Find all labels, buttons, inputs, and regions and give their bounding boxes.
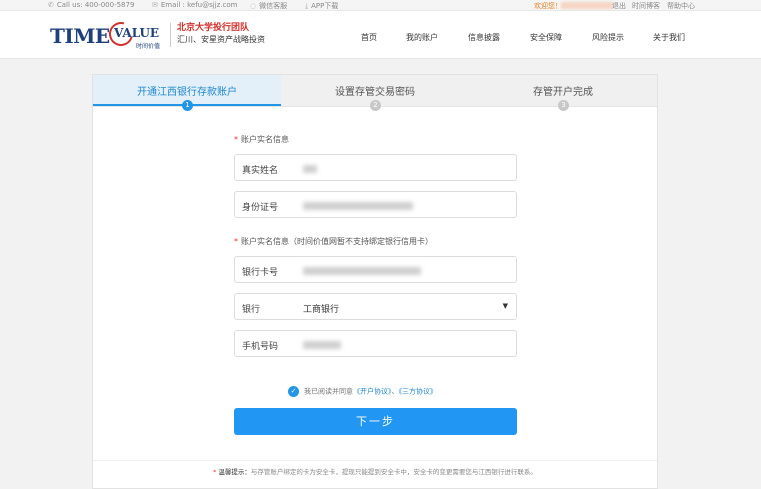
site-logo[interactable]: TIME VALUE 时间价值 — [50, 17, 168, 51]
bank-label: 银行 — [242, 305, 261, 315]
agree-checkbox[interactable]: ✓ — [288, 386, 299, 397]
mail-icon: ✉ — [152, 1, 158, 9]
nav-my-account[interactable]: 我的账户 — [406, 32, 438, 43]
dropdown-arrow-icon: ▼ — [502, 302, 508, 310]
tip-text: 与存管账户绑定的卡为安全卡，提现只能提到安全卡中，安全卡的变更需要您与江西银行进… — [250, 468, 537, 476]
blog-link[interactable]: 时间博客 — [632, 1, 660, 11]
step-set-password: 设置存管交易密码 2 — [281, 75, 469, 111]
real-name-label: 真实姓名 — [242, 166, 279, 176]
id-number-field[interactable]: 身份证号 — [234, 191, 517, 218]
step-complete: 存管开户完成 3 — [469, 75, 657, 111]
divider — [93, 460, 657, 461]
bank-card-redacted — [303, 267, 421, 275]
slogan: 北京大学投行团队 汇川、安星资产战略投资 — [170, 23, 265, 47]
phone-redacted — [303, 341, 341, 349]
nav-security[interactable]: 安全保障 — [530, 32, 562, 43]
real-name-redacted — [303, 165, 317, 173]
step-label: 设置存管交易密码 — [335, 87, 415, 98]
user-name-redacted — [561, 2, 613, 9]
nav-risk[interactable]: 风险提示 — [592, 32, 624, 43]
step-number: 3 — [558, 100, 569, 111]
step-number: 1 — [182, 100, 193, 111]
step-number: 2 — [370, 100, 381, 111]
phone-label: 手机号码 — [242, 342, 279, 352]
nav-about[interactable]: 关于我们 — [653, 32, 685, 43]
bank-select[interactable]: 银行 工商银行 ▼ — [234, 293, 517, 320]
agreement-row: ✓ 我已阅读并同意《开户协议》、《三方协议》 — [288, 386, 437, 397]
slogan-line2: 汇川、安星资产战略投资 — [177, 35, 265, 44]
account-opening-card: 开通江西银行存款账户 1 设置存管交易密码 2 存管开户完成 3 * 账户实名信息… — [92, 74, 658, 489]
phone-icon: ✆ — [48, 1, 54, 9]
download-icon: ⤓ — [305, 2, 309, 10]
warm-tip: * 温馨提示：与存管账户绑定的卡为安全卡，提现只能提到安全卡中，安全卡的变更需要… — [213, 468, 537, 476]
tripartite-agreement-link[interactable]: 《三方协议》 — [399, 388, 438, 396]
wechat-service-link[interactable]: ◌ 微信客服 — [250, 1, 287, 11]
logo-time: TIME — [50, 24, 110, 48]
agreement-separator: 、 — [391, 387, 399, 396]
welcome-text: 欢迎您！ — [534, 2, 562, 10]
bank-selected-value: 工商银行 — [303, 305, 340, 315]
bank-card-label: 银行卡号 — [242, 268, 279, 278]
step-open-account: 开通江西银行存款账户 1 — [93, 75, 281, 111]
logo-subtitle: 时间价值 — [136, 43, 161, 50]
email-info: ✉ Email : kefu@sjjz.com — [152, 1, 238, 9]
nav-home[interactable]: 首页 — [361, 32, 377, 43]
top-utility-bar: ✆ Call us: 400-000-5879 ✉ Email : kefu@sjj… — [0, 0, 761, 11]
tip-heading: 温馨提示： — [218, 468, 251, 476]
step-indicator: 开通江西银行存款账户 1 设置存管交易密码 2 存管开户完成 3 — [93, 75, 657, 111]
logout-link[interactable]: 退出 — [612, 1, 626, 11]
phone-field[interactable]: 手机号码 — [234, 330, 517, 357]
nav-disclosure[interactable]: 信息披露 — [468, 32, 500, 43]
next-step-button[interactable]: 下一步 — [234, 408, 517, 435]
section-title-bank: * 账户实名信息（时间价值网暂不支持绑定银行信用卡） — [234, 237, 433, 246]
step-label: 开通江西银行存款账户 — [137, 87, 237, 98]
section-title-identity: * 账户实名信息 — [234, 135, 289, 144]
chat-icon: ◌ — [250, 2, 257, 10]
call-info: ✆ Call us: 400-000-5879 — [48, 1, 135, 9]
id-number-redacted — [303, 202, 413, 210]
agreement-text: 我已阅读并同意 — [304, 387, 353, 396]
logo-value: VALUE — [114, 26, 160, 40]
app-download-link[interactable]: ⤓ APP下载 — [305, 1, 338, 11]
real-name-field[interactable]: 真实姓名 — [234, 154, 517, 181]
site-header: TIME VALUE 时间价值 北京大学投行团队 汇川、安星资产战略投资 首页 … — [0, 11, 761, 59]
id-number-label: 身份证号 — [242, 203, 279, 213]
bank-card-field[interactable]: 银行卡号 — [234, 256, 517, 283]
step-label: 存管开户完成 — [533, 87, 593, 98]
account-agreement-link[interactable]: 《开户协议》 — [353, 388, 392, 396]
slogan-line1: 北京大学投行团队 — [177, 23, 250, 33]
help-center-link[interactable]: 帮助中心 — [667, 1, 695, 11]
